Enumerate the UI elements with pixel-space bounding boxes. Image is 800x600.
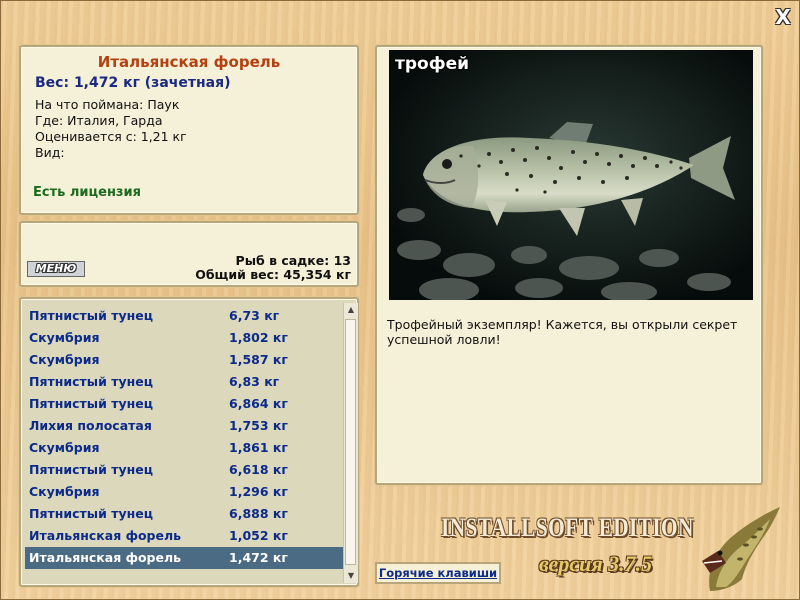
fish-row-weight: 1,052 кг [229, 528, 288, 543]
fish-info-panel: Итальянская форель Вес: 1,472 кг (зачетн… [19, 45, 359, 215]
version-label: версия 3.7.5 [539, 551, 653, 576]
fish-row-weight: 1,861 кг [229, 440, 288, 455]
fish-count: Рыб в садке: 13 [235, 253, 351, 268]
caught-with-label: На что поймана: Паук [35, 97, 180, 112]
fish-list-row[interactable]: Скумбрия 1,296 кг [25, 481, 343, 503]
fish-photo: трофей [389, 50, 753, 300]
fish-row-name: Скумбрия [29, 330, 100, 345]
fish-list-row[interactable]: Пятнистый тунец 6,73 кг [25, 305, 343, 327]
fish-list-row[interactable]: Пятнистый тунец 6,864 кг [25, 393, 343, 415]
close-button[interactable]: X [772, 6, 794, 28]
trophy-panel: трофей Трофейный экземпляр! Кажется, вы … [375, 45, 763, 485]
total-weight: Общий вес: 45,354 кг [195, 267, 351, 282]
fish-row-weight: 6,73 кг [229, 308, 280, 323]
list-scrollbar[interactable]: ▲ ▼ [343, 303, 358, 583]
fish-row-name: Пятнистый тунец [29, 462, 153, 477]
fish-row-weight: 1,802 кг [229, 330, 288, 345]
fish-weight: Вес: 1,472 кг (зачетная) [35, 75, 231, 91]
species-label: Вид: [35, 145, 65, 160]
fish-row-weight: 1,472 кг [229, 550, 288, 565]
fish-row-name: Итальянская форель [29, 528, 182, 543]
fish-row-weight: 6,83 кг [229, 374, 280, 389]
fish-list-row[interactable]: Скумбрия 1,802 кг [25, 327, 343, 349]
fish-list-row[interactable]: Скумбрия 1,861 кг [25, 437, 343, 459]
fish-list-row[interactable]: Пятнистый тунец 6,888 кг [25, 503, 343, 525]
trophy-description: Трофейный экземпляр! Кажется, вы открыли… [387, 317, 738, 347]
fish-list-row[interactable]: Пятнистый тунец 6,618 кг [25, 459, 343, 481]
fish-row-name: Скумбрия [29, 484, 100, 499]
fish-row-name: Скумбрия [29, 440, 100, 455]
fish-list-row[interactable]: Лихия полосатая 1,753 кг [25, 415, 343, 437]
fish-row-name: Пятнистый тунец [29, 374, 153, 389]
license-status: Есть лицензия [33, 185, 141, 200]
fish-row-name: Итальянская форель [29, 550, 182, 565]
trophy-label: трофей [395, 54, 470, 74]
fish-row-weight: 6,618 кг [229, 462, 288, 477]
scroll-down-arrow-icon[interactable]: ▼ [344, 569, 358, 583]
fish-row-weight: 6,888 кг [229, 506, 288, 521]
fish-row-name: Пятнистый тунец [29, 506, 153, 521]
fish-row-weight: 1,587 кг [229, 352, 288, 367]
fish-list-panel: Пятнистый тунец 6,73 кг Скумбрия 1,802 кг Ск… [19, 297, 359, 587]
fish-row-name: Пятнистый тунец [29, 396, 153, 411]
keepnet-summary-panel: МЕНЮ Рыб в садке: 13 Общий вес: 45,354 к… [19, 221, 359, 287]
fish-title: Итальянская форель [97, 53, 281, 71]
brand-edition: INSTALLSOFT EDITION [441, 513, 694, 542]
hotkeys-button[interactable]: Горячие клавиши [375, 562, 501, 584]
pike-logo-icon [702, 507, 780, 591]
fish-row-name: Пятнистый тунец [29, 308, 153, 323]
scroll-thumb[interactable] [345, 319, 356, 565]
menu-button[interactable]: МЕНЮ [27, 261, 85, 277]
location-label: Где: Италия, Гарда [35, 113, 163, 128]
scroll-up-arrow-icon[interactable]: ▲ [344, 303, 358, 317]
fish-list-row[interactable]: Итальянская форель 1,472 кг [25, 547, 343, 569]
fish-list: Пятнистый тунец 6,73 кг Скумбрия 1,802 кг Ск… [25, 305, 343, 569]
rated-from-label: Оценивается с: 1,21 кг [35, 129, 187, 144]
fish-row-name: Скумбрия [29, 352, 100, 367]
fish-list-row[interactable]: Пятнистый тунец 6,83 кг [25, 371, 343, 393]
fish-list-row[interactable]: Итальянская форель 1,052 кг [25, 525, 343, 547]
fish-row-weight: 1,753 кг [229, 418, 288, 433]
fish-row-weight: 1,296 кг [229, 484, 288, 499]
fish-list-row[interactable]: Скумбрия 1,587 кг [25, 349, 343, 371]
trout-image [389, 50, 753, 300]
fish-row-weight: 6,864 кг [229, 396, 288, 411]
fish-row-name: Лихия полосатая [29, 418, 152, 433]
